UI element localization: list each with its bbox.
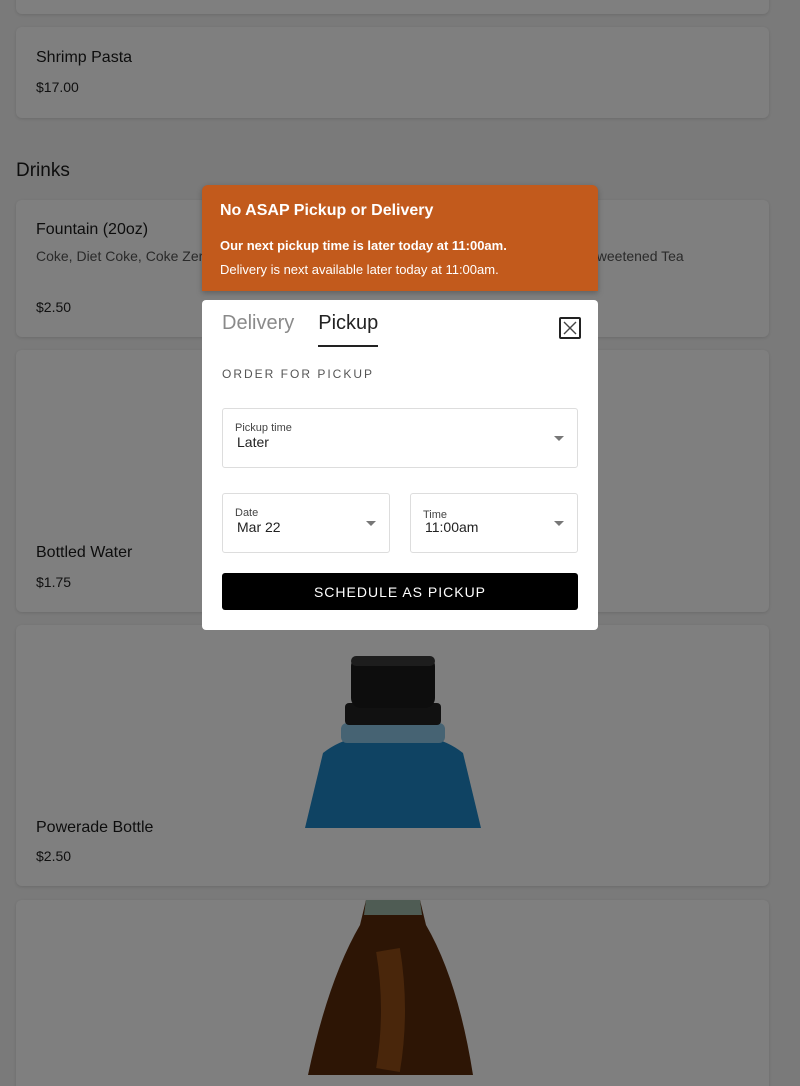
order-type-modal: Delivery Pickup ORDER FOR PICKUP Pickup … (202, 300, 598, 630)
chevron-down-icon (554, 521, 564, 526)
alert-pickup-message: Our next pickup time is later today at 1… (220, 238, 507, 253)
close-button[interactable] (559, 317, 581, 339)
date-value: Mar 22 (237, 519, 281, 535)
pickup-time-label: Pickup time (235, 422, 292, 434)
section-label: ORDER FOR PICKUP (222, 367, 375, 381)
tab-delivery[interactable]: Delivery (222, 312, 294, 347)
alert-delivery-message: Delivery is next available later today a… (220, 262, 499, 277)
date-select[interactable]: Date Mar 22 (222, 493, 390, 553)
time-value: 11:00am (425, 519, 479, 535)
chevron-down-icon (554, 436, 564, 441)
close-icon (563, 321, 577, 335)
schedule-pickup-button[interactable]: SCHEDULE AS PICKUP (222, 573, 578, 610)
order-type-tabs: Delivery Pickup (222, 312, 379, 347)
time-select[interactable]: Time 11:00am (410, 493, 578, 553)
pickup-time-value: Later (237, 434, 269, 450)
tab-pickup[interactable]: Pickup (318, 312, 379, 347)
date-label: Date (235, 507, 259, 519)
chevron-down-icon (366, 521, 376, 526)
alert-title: No ASAP Pickup or Delivery (220, 202, 434, 219)
pickup-time-select[interactable]: Pickup time Later (222, 408, 578, 468)
availability-alert: No ASAP Pickup or Delivery Our next pick… (202, 185, 598, 291)
